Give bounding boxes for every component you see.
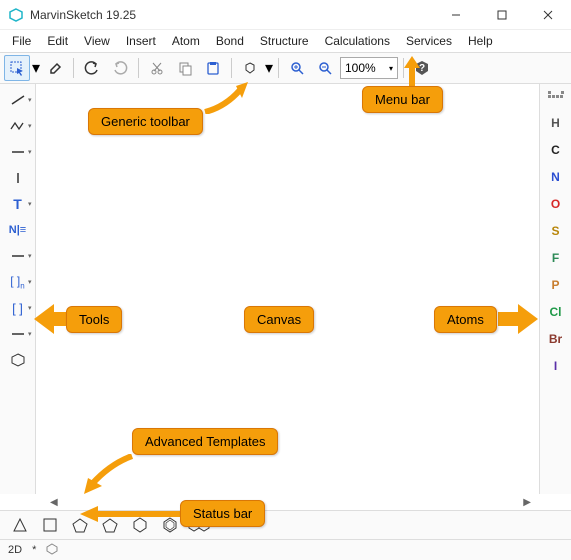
- template-triangle[interactable]: [8, 513, 32, 537]
- atom-n[interactable]: N: [551, 168, 560, 186]
- zoom-value: 100%: [345, 61, 376, 75]
- callout-atoms: Atoms: [434, 306, 497, 333]
- clean-tool[interactable]: [237, 55, 263, 81]
- menu-bar: File Edit View Insert Atom Bond Structur…: [0, 30, 571, 52]
- menu-calculations[interactable]: Calculations: [317, 32, 398, 50]
- bracket-tool[interactable]: [ ]▾: [3, 296, 33, 320]
- tools-sidebar: ▾ ▾ ▾ T▾ N|≡ ▾ [ ]n▾ [ ]▾ ▾: [0, 84, 36, 494]
- atom-cl[interactable]: Cl: [550, 303, 562, 321]
- scroll-left-icon[interactable]: ◀: [50, 497, 58, 508]
- dash2-tool[interactable]: ▾: [3, 244, 33, 268]
- arrow-atoms: [498, 302, 538, 336]
- atom-p[interactable]: P: [551, 276, 559, 294]
- arrow-menubar: [402, 56, 422, 90]
- atom-br[interactable]: Br: [549, 330, 562, 348]
- status-mark: *: [32, 544, 36, 556]
- atom-h[interactable]: H: [551, 114, 560, 132]
- arrow-status: [80, 504, 182, 524]
- atom-i[interactable]: I: [554, 357, 557, 375]
- canvas[interactable]: [36, 84, 539, 494]
- arrow-templates: [82, 454, 136, 494]
- menu-file[interactable]: File: [4, 32, 39, 50]
- menu-help[interactable]: Help: [460, 32, 501, 50]
- select-dropdown[interactable]: ▾: [32, 58, 40, 78]
- bracket-n-tool[interactable]: [ ]n▾: [3, 270, 33, 294]
- atom-c[interactable]: C: [551, 141, 560, 159]
- menu-structure[interactable]: Structure: [252, 32, 317, 50]
- menu-edit[interactable]: Edit: [39, 32, 76, 50]
- close-button[interactable]: [525, 0, 571, 30]
- dash-tool[interactable]: ▾: [3, 140, 33, 164]
- undo-button[interactable]: [79, 55, 105, 81]
- redo-button[interactable]: [107, 55, 133, 81]
- callout-status: Status bar: [180, 500, 265, 527]
- dash3-tool[interactable]: ▾: [3, 322, 33, 346]
- name-tool[interactable]: N|≡: [3, 218, 33, 242]
- status-bar: 2D *: [0, 540, 571, 560]
- clean-dropdown[interactable]: ▾: [265, 58, 273, 78]
- window-title: MarvinSketch 19.25: [30, 8, 433, 22]
- scroll-right-icon[interactable]: ▶: [523, 497, 531, 508]
- template-square[interactable]: [38, 513, 62, 537]
- line-tool[interactable]: ▾: [3, 88, 33, 112]
- zoom-field[interactable]: 100%▾: [340, 57, 398, 79]
- minimize-button[interactable]: [433, 0, 479, 30]
- arrow-tools: [34, 302, 70, 336]
- paste-button[interactable]: [200, 55, 226, 81]
- status-hex-icon: [46, 543, 58, 558]
- title-bar: MarvinSketch 19.25: [0, 0, 571, 30]
- atoms-sidebar: H C N O S F P Cl Br I: [539, 84, 571, 494]
- callout-templates: Advanced Templates: [132, 428, 278, 455]
- cut-button[interactable]: [144, 55, 170, 81]
- zoom-out-button[interactable]: [312, 55, 338, 81]
- zoom-in-button[interactable]: [284, 55, 310, 81]
- generic-toolbar: ▾ ▾ 100%▾ ?: [0, 52, 571, 84]
- callout-tools: Tools: [66, 306, 122, 333]
- menu-services[interactable]: Services: [398, 32, 460, 50]
- atom-s[interactable]: S: [551, 222, 559, 240]
- menu-bond[interactable]: Bond: [208, 32, 252, 50]
- callout-toolbar: Generic toolbar: [88, 108, 203, 135]
- atom-o[interactable]: O: [551, 195, 560, 213]
- hex-tool[interactable]: [3, 348, 33, 372]
- maximize-button[interactable]: [479, 0, 525, 30]
- menu-insert[interactable]: Insert: [118, 32, 164, 50]
- callout-menubar: Menu bar: [362, 86, 443, 113]
- atom-f[interactable]: F: [552, 249, 559, 267]
- erase-tool[interactable]: [42, 55, 68, 81]
- menu-atom[interactable]: Atom: [164, 32, 208, 50]
- periodic-icon[interactable]: [547, 90, 565, 105]
- select-tool[interactable]: [4, 55, 30, 81]
- app-icon: [8, 7, 24, 23]
- arrow-toolbar: [200, 82, 250, 114]
- copy-button[interactable]: [172, 55, 198, 81]
- text-tool[interactable]: T▾: [3, 192, 33, 216]
- zigzag-tool[interactable]: ▾: [3, 114, 33, 138]
- menu-view[interactable]: View: [76, 32, 118, 50]
- status-mode: 2D: [8, 544, 22, 556]
- callout-canvas: Canvas: [244, 306, 314, 333]
- vline-tool[interactable]: [3, 166, 33, 190]
